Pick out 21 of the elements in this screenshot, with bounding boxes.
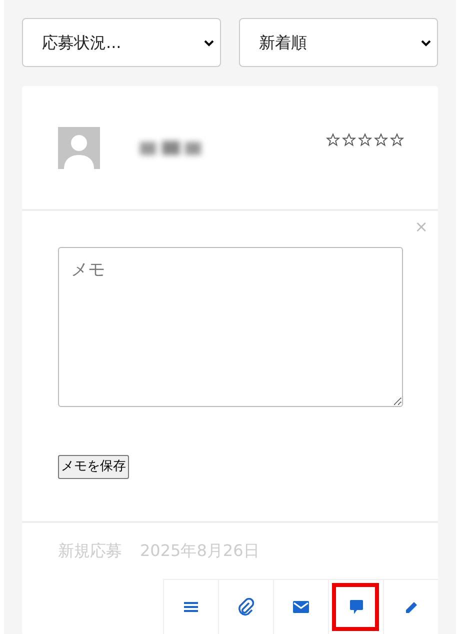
list-button[interactable] [163,578,218,634]
filter-dropdown[interactable]: 応募状況... [22,18,221,67]
memo-field[interactable]: メモ [58,247,403,407]
list-icon [184,601,198,613]
caret-icon [421,38,431,46]
avatar-icon [58,126,100,168]
star-icon[interactable] [374,132,388,146]
save-memo-button[interactable]: メモを保存 [58,455,129,478]
star-icon[interactable] [326,132,340,146]
speech-bubble-button[interactable] [328,578,383,634]
paperclip-icon [238,598,254,616]
star-icon[interactable] [358,132,372,146]
filter-dropdown[interactable]: 新着順 [239,18,438,67]
paperclip-button[interactable] [218,578,273,634]
speech-bubble-icon [350,600,362,614]
mail-button[interactable] [273,578,328,634]
caret-icon [204,38,214,46]
pencil-icon [404,600,418,614]
star-icon[interactable] [390,132,404,146]
star-icon[interactable] [342,132,356,146]
mail-icon [293,601,309,613]
